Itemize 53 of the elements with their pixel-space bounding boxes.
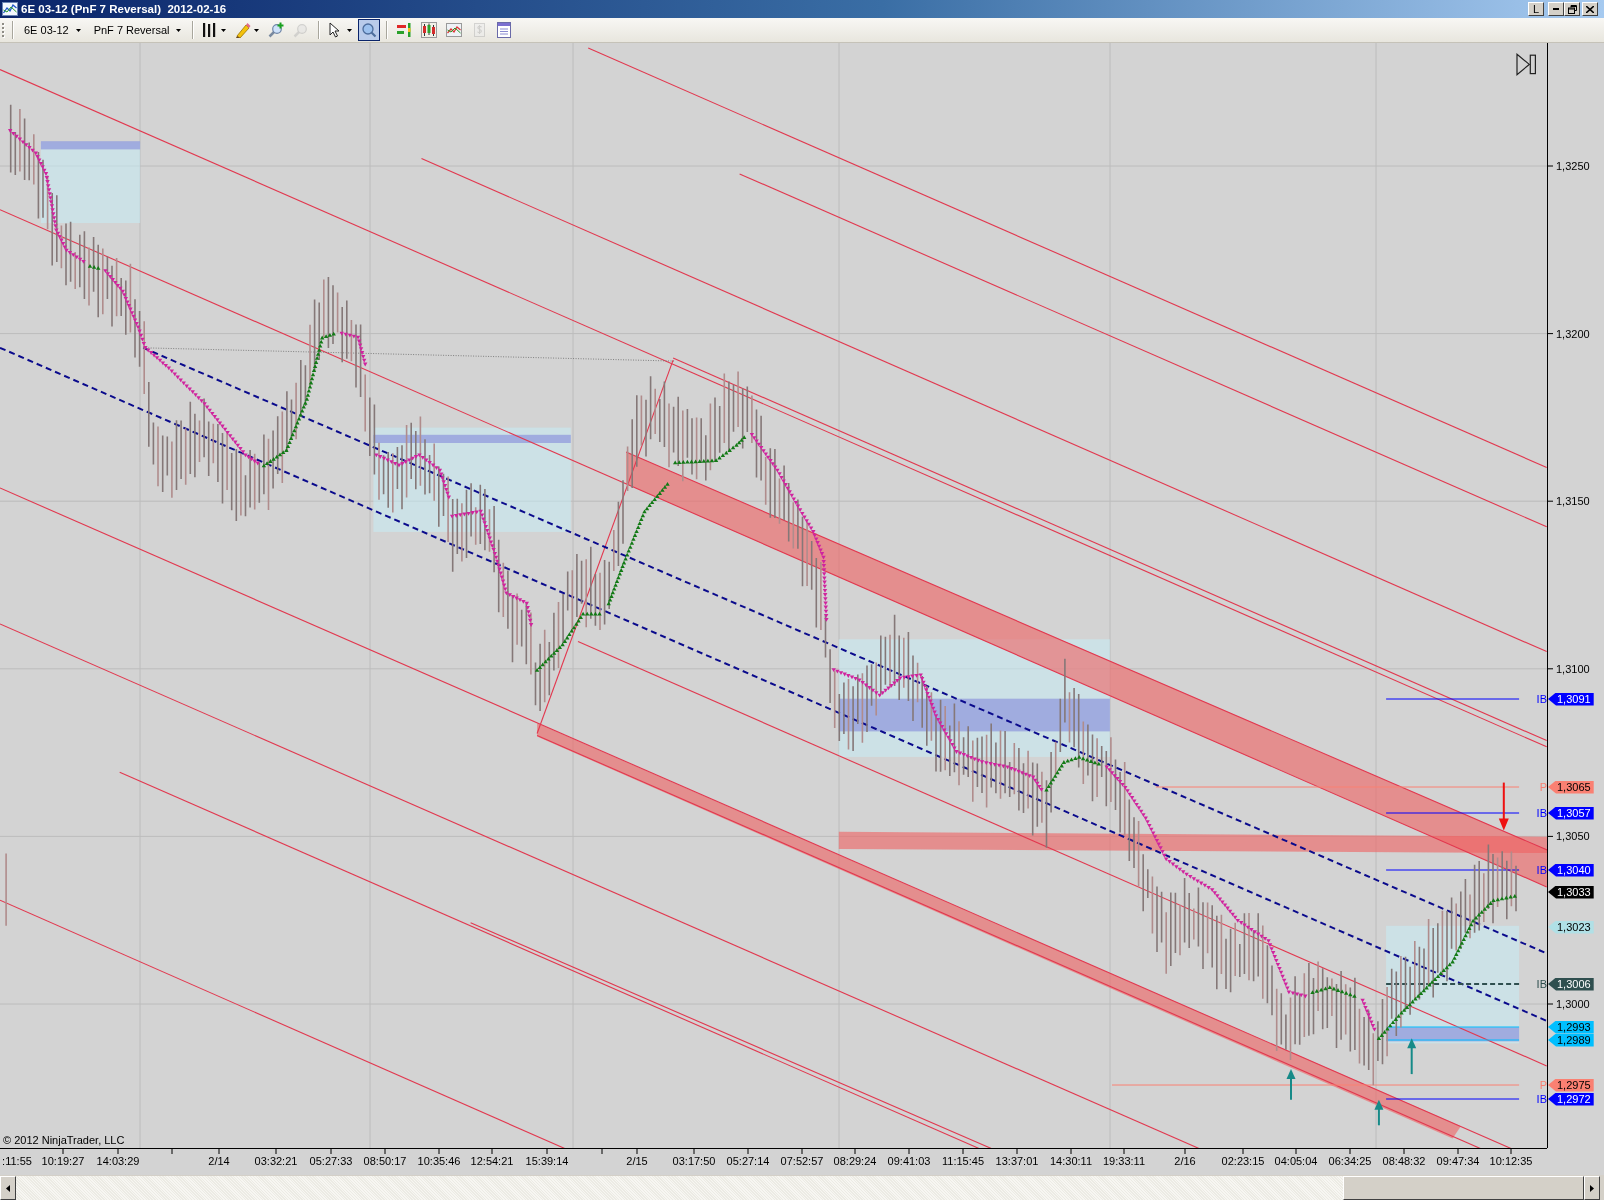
time-label: 03:32:21	[254, 1154, 298, 1168]
time-label: 08:48:32	[1382, 1154, 1426, 1168]
price-marker: 1,3023	[1548, 920, 1594, 934]
time-label: 13:37:01	[995, 1154, 1039, 1168]
time-label: :11:55	[2, 1154, 32, 1168]
time-label: 09:41:03	[887, 1154, 931, 1168]
time-label: 05:27:33	[309, 1154, 353, 1168]
time-label: 06:34:25	[1328, 1154, 1372, 1168]
price-marker: 1,3091	[1548, 692, 1594, 706]
time-label: 09:47:34	[1436, 1154, 1480, 1168]
price-marker: 1,2975	[1548, 1078, 1594, 1092]
time-label: 2/16	[1174, 1154, 1196, 1168]
time-label: 10:19:27	[41, 1154, 85, 1168]
time-label: 12:54:21	[470, 1154, 514, 1168]
time-label: 2/14	[208, 1154, 230, 1168]
price-label: 1,3050	[1556, 829, 1590, 844]
time-label: 19:33:11	[1103, 1154, 1145, 1168]
price-marker: 1,2972	[1548, 1092, 1594, 1106]
time-label: 14:03:29	[96, 1154, 140, 1168]
price-marker: 1,3057	[1548, 806, 1594, 820]
time-label: 07:52:57	[780, 1154, 824, 1168]
time-label: 03:17:50	[672, 1154, 716, 1168]
price-marker: 1,3040	[1548, 863, 1594, 877]
marker-tag: IB	[1536, 977, 1547, 991]
copyright-text: © 2012 NinjaTrader, LLC	[3, 1134, 125, 1146]
time-label: 10:35:46	[417, 1154, 461, 1168]
marker-tag: IB	[1536, 692, 1547, 706]
price-marker: 1,2989	[1548, 1033, 1594, 1047]
time-label: 14:30:11	[1050, 1154, 1092, 1168]
time-label: 04:05:04	[1274, 1154, 1318, 1168]
price-label: 1,3200	[1556, 326, 1590, 341]
marker-tag: P	[1539, 1078, 1547, 1092]
price-label: 1,3250	[1556, 159, 1590, 173]
time-label: 11:15:45	[942, 1154, 984, 1168]
marker-tag: P	[1539, 780, 1547, 794]
price-marker: 1,2993	[1548, 1020, 1594, 1034]
time-label: 08:29:24	[833, 1154, 877, 1168]
price-marker: 1,3006	[1548, 977, 1594, 991]
price-marker: 1,3033	[1548, 885, 1594, 899]
time-label: 02:23:15	[1221, 1154, 1265, 1168]
price-label: 1,3150	[1556, 494, 1590, 509]
window-title: 6E 03-12 (PnF 7 Reversal) 2012-02-16	[21, 2, 227, 16]
price-label: 1,3000	[1556, 997, 1590, 1011]
price-label: 1,3100	[1556, 661, 1590, 676]
time-label: 05:27:14	[726, 1154, 770, 1168]
price-marker: 1,3065	[1548, 780, 1594, 794]
marker-tag: IB	[1536, 806, 1547, 820]
time-label: 15:39:14	[525, 1154, 569, 1168]
time-label: 10:12:35	[1489, 1154, 1533, 1168]
marker-tag: IB	[1536, 863, 1547, 877]
marker-tag: IB	[1536, 1092, 1547, 1106]
time-label: 08:50:17	[363, 1154, 407, 1168]
time-label: 2/15	[626, 1154, 648, 1168]
